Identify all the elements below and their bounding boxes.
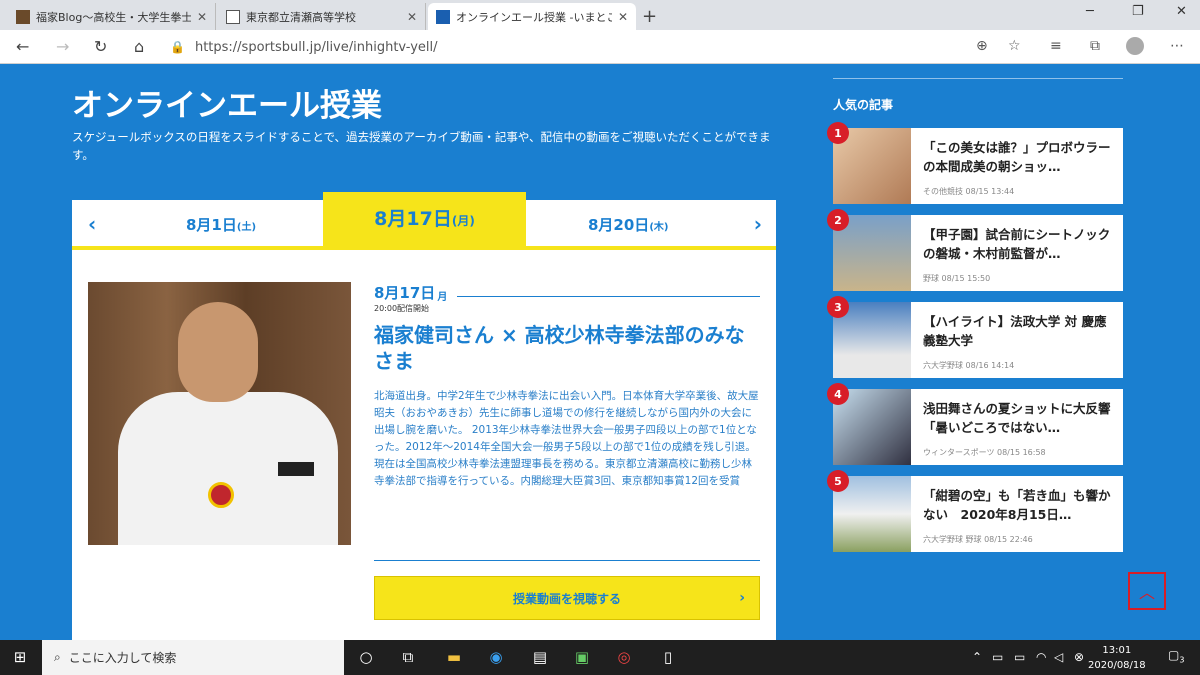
app-icon[interactable]: ▤ [530, 648, 550, 668]
browser-chrome: 福家Blog～高校生・大学生拳士の ✕ 東京都立清瀬高等学校 ✕ オンラインエー… [0, 0, 1200, 64]
taskbar-search[interactable]: ⌕ ここに入力して検索 [42, 640, 344, 675]
chrome-icon[interactable]: ◎ [614, 648, 634, 668]
date-prev[interactable]: 8月1日(土) [186, 214, 256, 235]
page-description: スケジュールボックスの日程をスライドすることで、過去授業のアーカイブ動画・記事や… [72, 130, 771, 162]
popular-heading: 人気の記事 [833, 98, 894, 112]
scroll-to-top-button[interactable]: ︿ [1128, 572, 1166, 610]
lesson-title: 福家健司さん × 高校少林寺拳法部のみなさま [374, 323, 745, 373]
watch-video-button[interactable]: 授業動画を視聴する › [374, 576, 760, 620]
address-bar: ← → ↻ ⌂ 🔒 https://sportsbull.jp/live/inh… [0, 30, 1200, 64]
windows-taskbar: ⊞ ⌕ ここに入力して検索 ○ ⧉ ▬ ◉ ▤ ▣ ◎ ▯ ⌃ ▭ ▭ ◠ ◁ … [0, 640, 1200, 675]
wifi-icon[interactable]: ◠ [1036, 650, 1046, 664]
article-item[interactable]: 3 【ハイライト】法政大学 対 慶應義塾大学 六大学野球 08/16 14:14 [827, 296, 1123, 378]
close-icon[interactable]: ✕ [407, 10, 417, 24]
task-view-icon[interactable]: ⧉ [398, 648, 418, 668]
edge-icon[interactable]: ◉ [486, 648, 506, 668]
file-explorer-icon[interactable]: ▬ [444, 648, 464, 668]
home-icon[interactable]: ⌂ [134, 37, 144, 56]
taskbar-clock[interactable]: 13:01 2020/08/18 [1088, 643, 1146, 673]
maximize-icon[interactable]: ❐ [1132, 4, 1144, 19]
new-tab-icon[interactable]: + [642, 6, 657, 27]
schedule-card: ‹ 8月1日(土) 8月17日(月) 8月20日(木) › 8月17日月 20:… [72, 192, 776, 640]
back-icon[interactable]: ← [16, 37, 29, 56]
article-item[interactable]: 5 「紺碧の空」も「若き血」も響かない 2020年8月15日… 六大学野球 野球… [827, 470, 1123, 552]
chevron-up-icon: ︿ [1138, 583, 1155, 602]
date-active[interactable]: 8月17日(月) [323, 192, 526, 250]
sportsbull-favicon-icon [436, 9, 450, 24]
document-icon[interactable]: ▯ [658, 648, 678, 668]
instructor-photo [88, 282, 351, 545]
close-icon[interactable]: ✕ [197, 10, 207, 24]
close-icon[interactable]: ✕ [618, 10, 628, 24]
cortana-icon[interactable]: ○ [356, 648, 376, 668]
page-icon [226, 9, 240, 24]
page-title: オンラインエール授業 [72, 88, 382, 124]
date-next[interactable]: 8月20日(木) [588, 214, 668, 235]
url-field[interactable]: 🔒 https://sportsbull.jp/live/inhightv-ye… [170, 34, 1040, 60]
tray-app-icon[interactable]: ▭ [992, 650, 1003, 664]
notification-icon[interactable]: ▢3 [1168, 648, 1184, 664]
lock-icon: 🔒 [170, 40, 185, 54]
date-slider: ‹ 8月1日(土) 8月17日(月) 8月20日(木) › [72, 192, 776, 250]
lesson-date: 8月17日月 [374, 282, 760, 303]
windows-start-icon[interactable]: ⊞ [10, 648, 30, 668]
zoom-icon[interactable]: ⊕ [976, 38, 988, 54]
chevron-right-icon[interactable]: › [754, 212, 762, 236]
minimize-icon[interactable]: ─ [1086, 4, 1094, 19]
browser-tab-2[interactable]: 東京都立清瀬高等学校 ✕ [218, 3, 426, 30]
battery-icon[interactable]: ▭ [1014, 650, 1025, 664]
more-menu-icon[interactable]: ⋯ [1170, 38, 1184, 54]
page-content: オンラインエール授業 スケジュールボックスの日程をスライドすることで、過去授業の… [0, 64, 1200, 640]
browser-tab-active[interactable]: オンラインエール授業 -いまとこれから ✕ [428, 3, 636, 30]
blog-favicon-icon [16, 9, 30, 24]
chevron-left-icon[interactable]: ‹ [88, 212, 96, 236]
volume-icon[interactable]: ◁ [1054, 650, 1063, 664]
collections-icon[interactable]: ⧉ [1090, 38, 1100, 54]
profile-avatar[interactable] [1126, 37, 1144, 55]
tray-chevron-icon[interactable]: ⌃ [972, 650, 982, 664]
chevron-right-icon: › [739, 590, 745, 606]
shorinji-emblem-icon [208, 482, 234, 508]
close-window-icon[interactable]: ✕ [1176, 4, 1187, 19]
tab-strip: 福家Blog～高校生・大学生拳士の ✕ 東京都立清瀬高等学校 ✕ オンラインエー… [0, 0, 1200, 30]
favorites-list-icon[interactable]: ≡ [1050, 38, 1062, 54]
forward-icon[interactable]: → [56, 37, 69, 56]
lesson-time: 20:00配信開始 [374, 304, 430, 313]
lesson-info: 8月17日月 20:00配信開始 福家健司さん × 高校少林寺拳法部のみなさま … [374, 282, 760, 490]
lesson-bio: 北海道出身。中学2年生で少林寺拳法に出会い入門。日本体育大学卒業後、故大屋昭夫（… [374, 390, 759, 487]
search-icon: ⌕ [54, 650, 61, 664]
refresh-icon[interactable]: ↻ [94, 37, 107, 56]
browser-tab-1[interactable]: 福家Blog～高校生・大学生拳士の ✕ [8, 3, 216, 30]
network-app-icon[interactable]: ▣ [572, 648, 592, 668]
favorite-star-icon[interactable]: ☆ [1008, 38, 1021, 54]
article-item[interactable]: 1 「この美女は誰？」プロボウラーの本間成美の朝ショッ… その他競技 08/15… [827, 122, 1123, 204]
article-item[interactable]: 2 【甲子園】試合前にシートノックの磐城・木村前監督が… 野球 08/15 15… [827, 209, 1123, 291]
status-icon[interactable]: ⊗ [1074, 650, 1084, 664]
article-item[interactable]: 4 浅田舞さんの夏ショットに大反響「暑いどころではない… ウィンタースポーツ 0… [827, 383, 1123, 465]
